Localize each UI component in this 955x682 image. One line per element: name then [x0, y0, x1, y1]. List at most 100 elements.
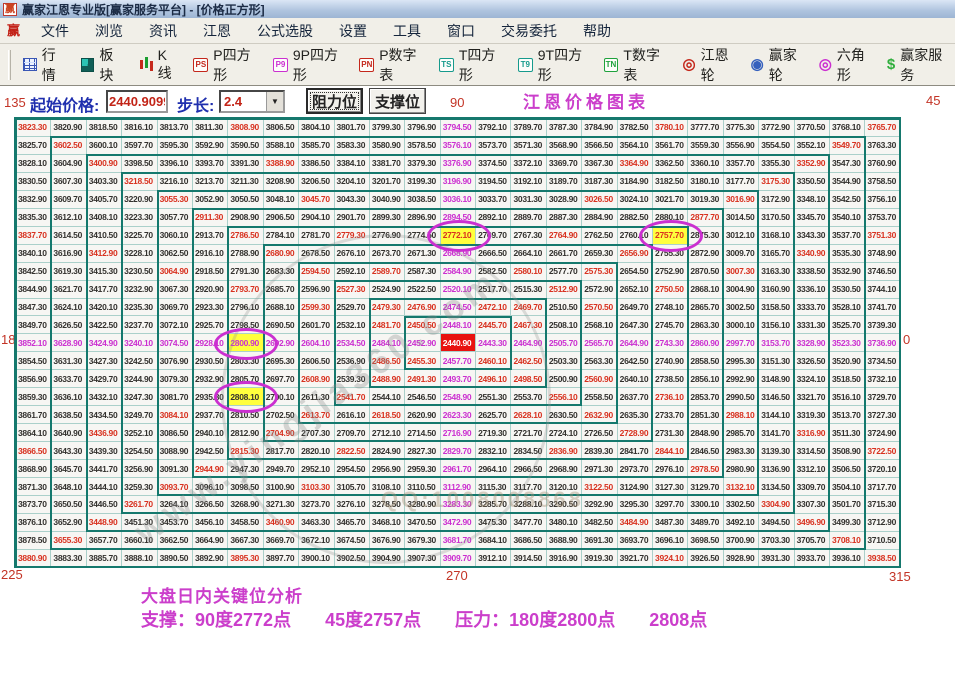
menu-item-trade-order[interactable]: 交易委托 [488, 21, 570, 41]
grid-cell: 2872.90 [688, 245, 723, 263]
menu-logo-icon: 赢 [5, 23, 22, 39]
grid-cell: 3609.70 [51, 191, 86, 209]
grid-cell: 2464.90 [511, 334, 546, 352]
toolbar-item-t-square[interactable]: TST四方形 [431, 45, 510, 85]
grid-cell: 3074.50 [158, 334, 193, 352]
grid-cell: 3796.90 [405, 119, 440, 137]
chevron-down-icon[interactable]: ▼ [266, 92, 283, 111]
grid-cell: 2565.70 [582, 334, 617, 352]
grid-cell: 2774.50 [405, 227, 440, 245]
grid-cell: 3686.50 [511, 532, 546, 550]
grid-cell: 3228.10 [122, 245, 157, 263]
grid-cell: 2640.10 [618, 370, 653, 388]
menu-item-settings[interactable]: 设置 [326, 21, 380, 41]
menu-item-file[interactable]: 文件 [28, 21, 82, 41]
grid-cell: 3770.50 [795, 119, 830, 137]
grid-cell: 2856.10 [688, 370, 723, 388]
grid-cell: 3391.30 [228, 155, 263, 173]
grid-cell: 3480.10 [547, 514, 582, 532]
menu-item-news[interactable]: 资讯 [136, 21, 190, 41]
menu-item-gann[interactable]: 江恩 [190, 21, 244, 41]
menu-item-browse[interactable]: 浏览 [82, 21, 136, 41]
grid-cell: 3225.70 [122, 227, 157, 245]
toolbar-item-t-number[interactable]: TNT数字表 [596, 45, 675, 85]
toolbar-item-quotes[interactable]: 行情 [15, 45, 73, 85]
grid-cell: 2515.30 [511, 281, 546, 299]
grid-cell: 2652.10 [618, 281, 653, 299]
grid-cell: 2467.30 [511, 316, 546, 334]
menu-item-formula-stock-pick[interactable]: 公式选股 [244, 21, 326, 41]
grid-cell: 2688.10 [264, 299, 299, 317]
grid-cell: 3084.10 [158, 406, 193, 424]
grid-cell: 3535.30 [830, 245, 865, 263]
grid-cell: 3722.50 [865, 442, 900, 460]
grid-cell: 3753.70 [865, 209, 900, 227]
grid-cell: 3484.90 [618, 514, 653, 532]
grid-cell: 3350.50 [795, 173, 830, 191]
toolbar-item-hexagon[interactable]: ◎六角形 [811, 45, 879, 85]
grid-cell: 3885.70 [87, 550, 122, 568]
grid-cell: 2731.30 [653, 424, 688, 442]
grid-cell: 3136.90 [759, 460, 794, 478]
grid-cell: 3768.10 [830, 119, 865, 137]
grid-cell: 3007.30 [724, 263, 759, 281]
grid-cell: 2572.90 [582, 281, 617, 299]
grid-cell: 2930.50 [193, 352, 228, 370]
grid-cell: 2884.90 [582, 209, 617, 227]
menu-item-window[interactable]: 窗口 [434, 21, 488, 41]
toolbar-item-p-number[interactable]: PNP数字表 [351, 45, 431, 85]
grid-cell: 3309.70 [795, 478, 830, 496]
grid-cell: 3741.70 [865, 299, 900, 317]
toolbar-item-winner-service[interactable]: $赢家服务 [879, 45, 955, 85]
toolbar-item-9p-square[interactable]: P99P四方形 [265, 45, 351, 85]
support-button[interactable]: 支撑位 [369, 88, 426, 114]
toolbar-item-label: 9T四方形 [538, 45, 588, 85]
grid-cell: 2851.30 [688, 406, 723, 424]
grid-cell: 2844.10 [653, 442, 688, 460]
grid-cell: 3324.10 [795, 370, 830, 388]
toolbar-item-winner-wheel[interactable]: ◉赢家轮 [743, 45, 811, 85]
grid-cell: 2570.50 [582, 299, 617, 317]
grid-cell: 3501.70 [830, 496, 865, 514]
grid-cell: 2599.30 [299, 299, 334, 317]
grid-cell: 3172.90 [759, 191, 794, 209]
toolbar-item-sectors[interactable]: 板块 [73, 45, 131, 85]
grid-cell: 3352.90 [795, 155, 830, 173]
grid-cell: 2820.10 [299, 442, 334, 460]
grid-cell: 2947.30 [228, 460, 263, 478]
grid-cell: 2863.30 [688, 316, 723, 334]
step-select[interactable]: 2.4 ▼ [219, 90, 285, 113]
grid-cell: 2726.50 [582, 424, 617, 442]
toolbar-item-gann-wheel[interactable]: ◎江恩轮 [675, 45, 743, 85]
grid-cell: 2728.90 [618, 424, 653, 442]
grid-cell: 3036.10 [441, 191, 476, 209]
start-price-input[interactable] [106, 90, 168, 113]
grid-cell: 3081.70 [158, 388, 193, 406]
toolbar-item-9t-square[interactable]: T99T四方形 [510, 45, 596, 85]
grid-cell: 2498.50 [511, 370, 546, 388]
grid-cell: 3067.30 [158, 281, 193, 299]
angle-label-90: 90 [450, 95, 464, 110]
grid-cell: 3045.70 [299, 191, 334, 209]
grid-cell: 2932.90 [193, 370, 228, 388]
grid-cell: 2469.70 [511, 299, 546, 317]
grid-cell: 2971.30 [582, 460, 617, 478]
grid-cell: 2685.70 [264, 281, 299, 299]
toolbar-item-kline[interactable]: K线 [131, 47, 185, 83]
grid-cell: 3588.10 [264, 137, 299, 155]
grid-cell: 3816.10 [122, 119, 157, 137]
resistance-button[interactable]: 阻力位 [306, 88, 363, 114]
grid-cell: 3640.90 [51, 424, 86, 442]
grid-cell: 3688.90 [547, 532, 582, 550]
title-bar: 赢 赢家江恩专业版[赢家服务平台] - [价格正方形] [0, 0, 955, 18]
grid-cell: 3921.70 [618, 550, 653, 568]
toolbar-item-p-square[interactable]: PSP四方形 [185, 45, 265, 85]
grid-cell: 2896.90 [405, 209, 440, 227]
grid-cell: 2743.30 [653, 334, 688, 352]
menu-item-help[interactable]: 帮助 [570, 21, 624, 41]
grid-cell: 3117.70 [511, 478, 546, 496]
grid-cell: 3667.30 [228, 532, 263, 550]
grid-cell: 2601.70 [299, 316, 334, 334]
menu-item-tools[interactable]: 工具 [380, 21, 434, 41]
grid-cell: 3691.30 [582, 532, 617, 550]
